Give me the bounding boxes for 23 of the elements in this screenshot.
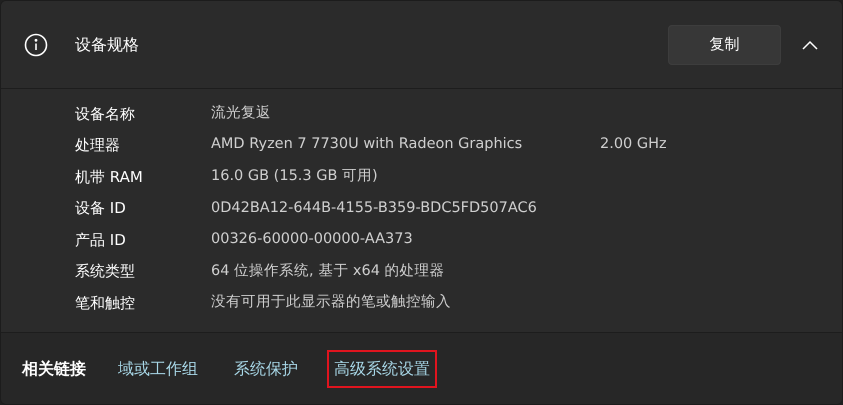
spec-label: 产品 ID [75, 230, 127, 251]
spec-label: 机带 RAM [75, 166, 144, 188]
spec-label: 处理器 [75, 135, 121, 156]
spec-label: 设备 ID [75, 198, 127, 220]
related-link[interactable]: 域或工作组 [111, 350, 205, 388]
spec-value: 2.00 GHz [600, 135, 667, 154]
spec-label: 系统类型 [75, 261, 136, 282]
spec-value: AMD Ryzen 7 7730U with Radeon Graphics [211, 135, 524, 154]
spec-value: 64 位操作系统, 基于 x64 的处理器 [211, 262, 446, 281]
related-link[interactable]: 高级系统设置 [327, 350, 437, 388]
info-icon [24, 32, 48, 56]
spec-value: 流光复返 [211, 104, 272, 123]
related-links-title: 相关链接 [22, 358, 86, 380]
spec-value: 没有可用于此显示器的笔或触控输入 [211, 293, 452, 312]
chevron-icon [802, 40, 818, 50]
spec-label: 设备名称 [75, 104, 136, 125]
section-title: 设备规格 [75, 34, 139, 56]
spec-value: 0D42BA12-644B-4155-B359-BDC5FD507AC6 [211, 198, 538, 218]
spec-value: 16.0 GB (15.3 GB 可用) [211, 167, 379, 186]
spec-label: 笔和触控 [75, 293, 136, 314]
copy-button[interactable]: 复制 [668, 24, 781, 64]
spec-value: 00326-60000-00000-AA373 [211, 230, 414, 250]
related-link[interactable]: 系统保护 [227, 350, 305, 388]
